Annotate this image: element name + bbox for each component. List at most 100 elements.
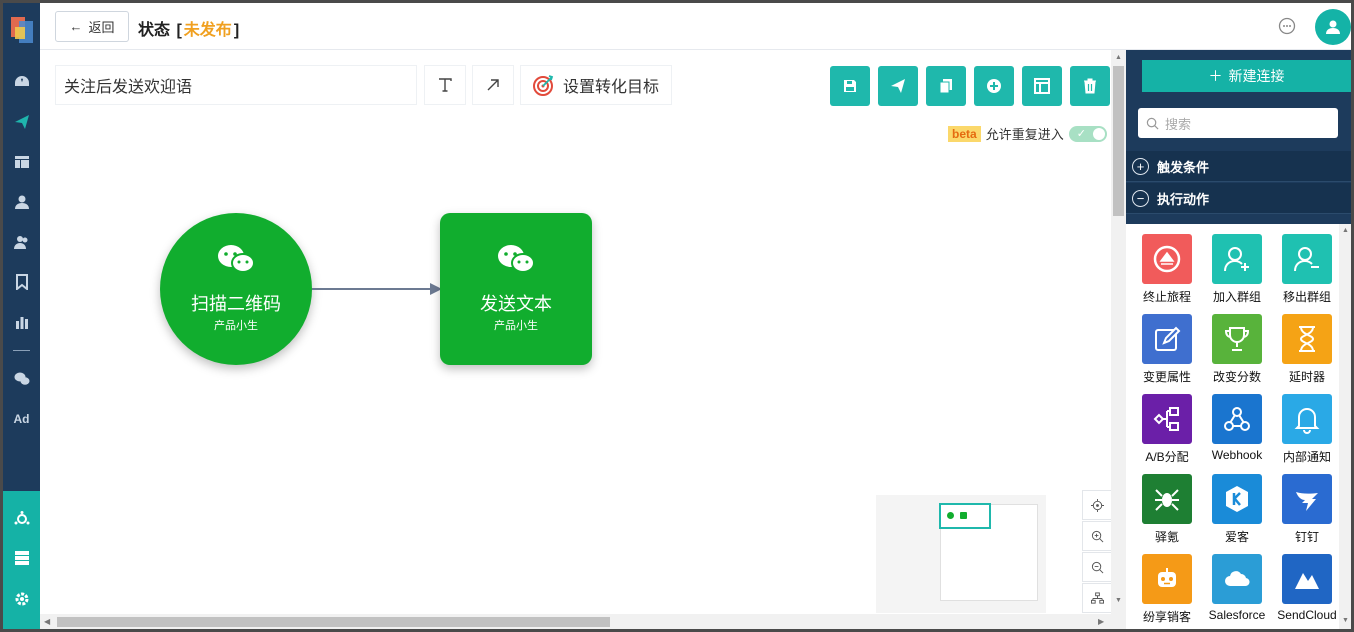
fit-view-button[interactable] (1082, 583, 1112, 613)
dingtalk-icon (1282, 474, 1332, 524)
action-fxiaoke[interactable]: 纷享销客 (1132, 554, 1202, 625)
sitemap-icon (1090, 591, 1104, 604)
add-button[interactable] (974, 66, 1014, 106)
text-tool-button[interactable] (425, 66, 465, 104)
reentry-label: 允许重复进入 (985, 127, 1064, 142)
reentry-toggle[interactable]: ✓ (1068, 125, 1107, 142)
back-button[interactable]: ← 返回 (55, 11, 129, 42)
action-dingtalk[interactable]: 钉钉 (1272, 474, 1342, 545)
trigger-node[interactable]: 扫描二维码 产品小生 (160, 213, 312, 365)
bar-chart-icon[interactable] (3, 310, 40, 334)
action-change-attribute[interactable]: 变更属性 (1132, 314, 1202, 385)
flow-canvas[interactable]: 关注后发送欢迎语 设置转化目标 beta 允许重复进入 ✓ 扫描二维码 产品小生… (40, 50, 1126, 629)
trash-icon (1084, 78, 1096, 94)
action-aike[interactable]: 爱客 (1202, 474, 1272, 545)
section-label: 触发条件 (1157, 159, 1210, 175)
publish-button[interactable] (878, 66, 918, 106)
zoom-in-button[interactable] (1082, 521, 1112, 551)
action-label: 驿氪 (1154, 530, 1179, 544)
user-icon[interactable] (3, 190, 40, 214)
scroll-thumb[interactable] (1113, 66, 1124, 216)
expand-icon: + (1132, 157, 1149, 175)
dashboard-icon[interactable] (3, 70, 40, 94)
action-leave-group[interactable]: 移出群组 (1272, 234, 1342, 305)
ad-icon[interactable]: Ad (3, 407, 40, 431)
bracket-open: [ (176, 22, 182, 39)
action-stop-journey[interactable]: 终止旅程 (1132, 234, 1202, 305)
server-icon[interactable] (3, 546, 40, 570)
action-label: A/B分配 (1145, 450, 1189, 464)
set-goal-button[interactable]: 设置转化目标 (521, 66, 671, 104)
search-input[interactable]: 搜索 (1138, 108, 1338, 138)
action-sendcloud[interactable]: SendCloud (1272, 554, 1342, 622)
bookmark-icon[interactable] (3, 270, 40, 294)
canvas-horizontal-scrollbar[interactable]: ◀ ▶ (40, 614, 1111, 629)
action-salesforce[interactable]: Salesforce (1202, 554, 1272, 622)
flow-edge[interactable] (312, 288, 442, 290)
avatar[interactable] (1315, 9, 1351, 45)
panel-scrollbar[interactable]: ▲ ▼ (1339, 224, 1351, 629)
wechat-icon[interactable] (3, 367, 40, 391)
save-button[interactable] (830, 66, 870, 106)
minimap-viewport[interactable] (939, 503, 991, 529)
action-join-group[interactable]: 加入群组 (1202, 234, 1272, 305)
bell-icon (1282, 394, 1332, 444)
template-icon (1034, 78, 1050, 94)
action-label: Webhook (1211, 448, 1263, 462)
delete-button[interactable] (1070, 66, 1110, 106)
action-yike[interactable]: 驿氪 (1132, 474, 1202, 545)
zoom-out-button[interactable] (1082, 552, 1112, 582)
new-connection-button[interactable]: ＋ 新建连接 (1142, 60, 1351, 92)
layout-icon[interactable] (3, 150, 40, 174)
action-label: Salesforce (1208, 608, 1266, 622)
status-badge: 未发布 (183, 22, 232, 39)
stop-icon (1142, 234, 1192, 284)
send-icon[interactable] (3, 110, 40, 134)
ab-split-icon (1142, 394, 1192, 444)
arrow-left-icon: ← (69, 19, 83, 34)
cloud-icon (1212, 554, 1262, 604)
action-change-score[interactable]: 改变分数 (1202, 314, 1272, 385)
app-window: Ad ← 返回 状态 [未发布] 关注后发送欢迎语 设置转化目标 beta 允许… (3, 3, 1351, 629)
beta-badge: beta (948, 125, 981, 142)
section-triggers[interactable]: + 触发条件 (1126, 151, 1351, 182)
arrow-tool-button[interactable] (473, 66, 513, 104)
action-node[interactable]: 发送文本 产品小生 (440, 213, 592, 365)
action-webhook[interactable]: Webhook (1202, 394, 1272, 462)
action-internal-notify[interactable]: 内部通知 (1272, 394, 1342, 465)
nav-bottom-group (3, 491, 40, 629)
edit-icon (1142, 314, 1192, 364)
section-actions[interactable]: − 执行动作 (1126, 183, 1351, 214)
save-icon (844, 80, 856, 92)
action-label: 终止旅程 (1142, 290, 1191, 304)
user-add-icon (1212, 234, 1262, 284)
action-ab-split[interactable]: A/B分配 (1132, 394, 1202, 465)
node-title: 扫描二维码 (191, 294, 281, 314)
new-connection-label: 新建连接 (1228, 68, 1285, 84)
user-remove-icon (1282, 234, 1332, 284)
add-icon (987, 79, 1001, 93)
copy-button[interactable] (926, 66, 966, 106)
chat-icon[interactable] (1278, 17, 1296, 35)
zoom-in-icon (1091, 530, 1103, 542)
arrow-diagonal-icon (487, 79, 499, 91)
template-button[interactable] (1022, 66, 1062, 106)
action-delay-timer[interactable]: 延时器 (1272, 314, 1342, 385)
users-icon[interactable] (3, 230, 40, 254)
canvas-vertical-scrollbar[interactable]: ▲ ▼ (1111, 50, 1126, 629)
spider-icon (1142, 474, 1192, 524)
action-label: 改变分数 (1212, 370, 1261, 384)
flow-name-input[interactable]: 关注后发送欢迎语 (56, 66, 416, 104)
action-label: 延时器 (1288, 370, 1325, 384)
top-bar: ← 返回 状态 [未发布] (40, 3, 1351, 50)
minimap[interactable] (876, 495, 1046, 613)
text-icon (439, 78, 452, 92)
collapse-icon: − (1132, 189, 1149, 207)
brand-logo (11, 17, 33, 43)
action-label: 加入群组 (1212, 290, 1261, 304)
scroll-thumb[interactable] (57, 617, 610, 627)
gear-icon[interactable] (3, 587, 40, 611)
connections-icon[interactable] (3, 507, 40, 531)
center-button[interactable] (1082, 490, 1112, 520)
action-label: 纷享销客 (1142, 610, 1191, 624)
